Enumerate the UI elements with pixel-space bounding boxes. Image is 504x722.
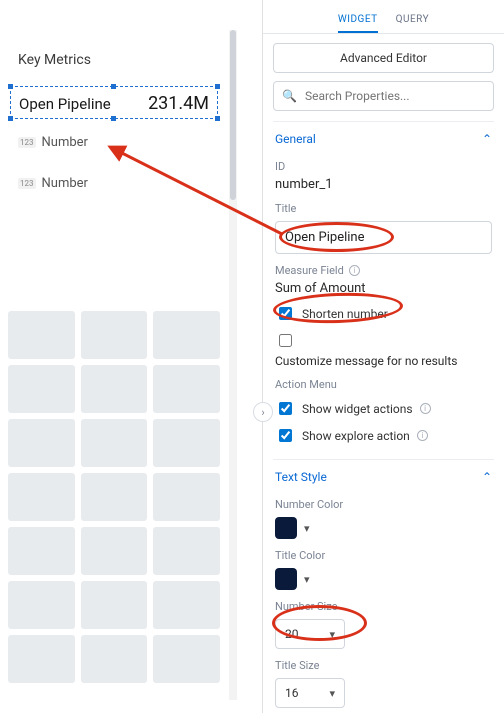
selected-number-widget[interactable]: Open Pipeline 231.4M bbox=[10, 86, 218, 119]
palette-item[interactable] bbox=[153, 635, 220, 683]
palette-item[interactable] bbox=[153, 419, 220, 467]
show-explore-action-label: Show explore action bbox=[302, 429, 410, 443]
info-icon: i bbox=[349, 265, 360, 276]
chevron-down-icon[interactable]: ▾ bbox=[304, 522, 310, 535]
number-size-select[interactable]: 20 ▾ bbox=[275, 619, 345, 649]
search-icon: 🔍 bbox=[282, 89, 297, 103]
section-text-style-header[interactable]: Text Style ⌃ bbox=[275, 468, 492, 488]
palette-item[interactable] bbox=[153, 581, 220, 629]
number-widget-placeholder[interactable]: 123 Number bbox=[10, 166, 218, 201]
advanced-editor-button[interactable]: Advanced Editor bbox=[273, 43, 494, 73]
shorten-number-label: Shorten number bbox=[302, 307, 388, 321]
id-label: ID bbox=[275, 160, 492, 173]
show-widget-actions-checkbox[interactable] bbox=[279, 402, 292, 415]
show-widget-actions-label: Show widget actions bbox=[302, 402, 413, 416]
palette-item[interactable] bbox=[81, 419, 148, 467]
chevron-down-icon: ▾ bbox=[329, 628, 335, 641]
panel-collapse-button[interactable]: › bbox=[253, 402, 273, 422]
tab-widget[interactable]: WIDGET bbox=[338, 6, 378, 33]
palette-item[interactable] bbox=[8, 311, 75, 359]
title-label: Title bbox=[275, 202, 492, 215]
palette-item[interactable] bbox=[8, 419, 75, 467]
widget-value: 231.4M bbox=[148, 93, 209, 114]
action-menu-label: Action Menu bbox=[275, 378, 492, 391]
section-general-header[interactable]: General ⌃ bbox=[275, 130, 492, 150]
palette-item[interactable] bbox=[81, 527, 148, 575]
palette-item[interactable] bbox=[8, 635, 75, 683]
palette-item[interactable] bbox=[153, 365, 220, 413]
title-size-label: Title Size bbox=[275, 659, 492, 672]
chevron-down-icon[interactable]: ▾ bbox=[304, 573, 310, 586]
tab-query[interactable]: QUERY bbox=[396, 6, 429, 33]
title-input[interactable] bbox=[275, 221, 492, 254]
section-text-style: Text Style ⌃ Number Color ▾ Title Color … bbox=[273, 459, 494, 722]
title-color-label: Title Color bbox=[275, 549, 492, 562]
search-input[interactable] bbox=[303, 88, 485, 104]
palette-item[interactable] bbox=[153, 473, 220, 521]
number-icon: 123 bbox=[18, 137, 36, 148]
customize-message-label: Customize message for no results bbox=[275, 354, 492, 368]
show-explore-action-checkbox[interactable] bbox=[279, 429, 292, 442]
palette-item[interactable] bbox=[153, 311, 220, 359]
info-icon: i bbox=[417, 430, 428, 441]
palette-item[interactable] bbox=[8, 581, 75, 629]
number-color-label: Number Color bbox=[275, 498, 492, 511]
palette-item[interactable] bbox=[81, 635, 148, 683]
title-color-swatch[interactable] bbox=[275, 568, 297, 590]
palette-item[interactable] bbox=[8, 527, 75, 575]
measure-field-label: Measure Field i bbox=[275, 264, 492, 277]
palette-item[interactable] bbox=[81, 365, 148, 413]
palette-item[interactable] bbox=[8, 365, 75, 413]
palette-item[interactable] bbox=[8, 473, 75, 521]
id-value: number_1 bbox=[275, 177, 492, 192]
section-label: Text Style bbox=[275, 470, 327, 484]
section-general: General ⌃ ID number_1 Title Measure Fiel… bbox=[273, 121, 494, 459]
panel-tabs: WIDGET QUERY bbox=[263, 0, 504, 34]
measure-field-value: Sum of Amount bbox=[275, 281, 492, 296]
number-label: Number bbox=[42, 176, 88, 191]
number-icon: 123 bbox=[18, 178, 36, 189]
number-label: Number bbox=[42, 135, 88, 150]
info-icon: i bbox=[420, 403, 431, 414]
customize-message-checkbox[interactable] bbox=[279, 334, 292, 347]
section-label: General bbox=[275, 132, 316, 146]
number-size-label: Number Size bbox=[275, 600, 492, 613]
shorten-number-row[interactable]: Shorten number bbox=[275, 304, 492, 323]
show-explore-action-row[interactable]: Show explore action i bbox=[275, 426, 492, 445]
chevron-up-icon: ⌃ bbox=[482, 132, 492, 146]
title-size-value: 16 bbox=[285, 686, 299, 700]
dashboard-canvas: Key Metrics Open Pipeline 231.4M 123 Num… bbox=[0, 0, 263, 713]
component-palette bbox=[0, 311, 228, 683]
shorten-number-checkbox[interactable] bbox=[279, 307, 292, 320]
section-title: Key Metrics bbox=[0, 30, 228, 86]
number-size-value: 20 bbox=[285, 627, 299, 641]
properties-panel: WIDGET QUERY Advanced Editor 🔍 General ⌃… bbox=[263, 0, 504, 713]
palette-item[interactable] bbox=[81, 311, 148, 359]
chevron-down-icon: ▾ bbox=[329, 687, 335, 700]
widget-title: Open Pipeline bbox=[19, 95, 111, 113]
chevron-up-icon: ⌃ bbox=[482, 470, 492, 484]
palette-item[interactable] bbox=[153, 527, 220, 575]
customize-message-row[interactable] bbox=[275, 331, 492, 350]
palette-item[interactable] bbox=[81, 473, 148, 521]
show-widget-actions-row[interactable]: Show widget actions i bbox=[275, 399, 492, 418]
vertical-scrollbar[interactable] bbox=[229, 30, 237, 700]
number-color-swatch[interactable] bbox=[275, 517, 297, 539]
search-properties-input[interactable]: 🔍 bbox=[273, 81, 494, 111]
title-size-select[interactable]: 16 ▾ bbox=[275, 678, 345, 708]
number-widget-placeholder[interactable]: 123 Number bbox=[10, 125, 218, 160]
palette-item[interactable] bbox=[81, 581, 148, 629]
